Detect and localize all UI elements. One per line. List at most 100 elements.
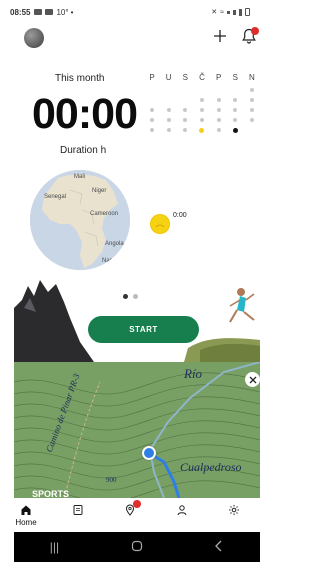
day-cell[interactable] [196, 118, 208, 122]
nav-home-label: Home [15, 518, 37, 527]
day-cell[interactable] [229, 88, 241, 92]
day-cell[interactable] [163, 118, 175, 122]
day-cell[interactable] [229, 127, 241, 133]
day-dot [167, 88, 171, 92]
day-cell[interactable] [179, 118, 191, 122]
day-dot [150, 88, 154, 92]
day-dot [249, 98, 254, 102]
day-dots [146, 88, 260, 133]
week-calendar[interactable]: P U S Č P S N [146, 73, 260, 133]
day-cell[interactable] [213, 98, 225, 102]
home-circle-icon[interactable] [131, 540, 143, 555]
duration-label: Duration h [60, 145, 107, 156]
day-dot [250, 128, 254, 132]
weekday-label: P [149, 73, 155, 82]
day-cell[interactable] [163, 128, 175, 132]
map-card[interactable]: Río Camino de Pinar PR-3 Cualpedroso 900 [14, 362, 260, 498]
start-button[interactable]: START [88, 316, 199, 343]
video-icon [45, 9, 54, 15]
day-cell[interactable] [196, 88, 208, 92]
signal-bar-1 [227, 10, 230, 14]
add-button[interactable] [210, 26, 230, 46]
weekday-label: S [232, 73, 238, 82]
day-dot [233, 98, 238, 102]
day-dot [183, 128, 188, 132]
day-cell[interactable] [246, 88, 258, 92]
day-dot [199, 118, 204, 122]
day-cell[interactable] [179, 98, 191, 102]
pager-dot[interactable] [132, 294, 138, 299]
day-dot [183, 108, 188, 112]
day-cell[interactable] [213, 108, 225, 112]
avatar[interactable] [24, 28, 44, 48]
day-dot [150, 128, 154, 132]
back-icon[interactable] [214, 540, 224, 555]
day-cell[interactable] [163, 88, 175, 92]
day-dot [166, 118, 171, 122]
day-cell[interactable] [213, 128, 225, 132]
profile-icon [177, 505, 187, 516]
day-cell[interactable] [229, 108, 241, 112]
close-map-button[interactable] [245, 372, 260, 387]
battery-icon [245, 8, 250, 16]
week-row [146, 127, 258, 133]
sports-banner: SPORTS [32, 489, 70, 499]
week-row [146, 118, 258, 122]
nav-map[interactable] [104, 498, 156, 532]
nav-profile[interactable] [156, 498, 208, 532]
day-cell[interactable] [229, 98, 241, 102]
map-label: Senegal [44, 194, 67, 200]
day-cell[interactable] [246, 108, 258, 112]
today-dot [199, 127, 205, 133]
day-cell[interactable] [196, 98, 208, 102]
day-cell[interactable] [146, 88, 158, 92]
carousel-indicator [0, 294, 260, 299]
day-cell[interactable] [146, 128, 158, 132]
day-dot [199, 98, 204, 102]
day-dot [216, 108, 221, 112]
duration-value: 00:00 [32, 90, 138, 138]
day-cell[interactable] [146, 98, 158, 102]
day-cell[interactable] [196, 127, 208, 133]
selected-day-dot [232, 127, 238, 133]
recent-apps-icon[interactable]: ||| [50, 540, 59, 554]
day-dot [249, 118, 254, 122]
day-cell[interactable] [146, 108, 158, 112]
day-cell[interactable] [163, 98, 175, 102]
weekday-label: N [249, 73, 255, 82]
day-dot [216, 128, 221, 132]
day-dot [249, 88, 254, 92]
system-navigation-bar: ||| [14, 532, 260, 562]
day-cell[interactable] [163, 108, 175, 112]
day-dot [183, 118, 188, 122]
day-cell[interactable] [246, 128, 258, 132]
sunrise-time: 0:00 [173, 212, 187, 219]
map-globe[interactable]: Mali Niger Senegal Cameroon Angola Namib [30, 170, 130, 270]
pager-dot-active[interactable] [122, 294, 128, 299]
map-place-label: Cualpedroso [180, 460, 242, 474]
day-cell[interactable] [246, 118, 258, 122]
day-dot [150, 118, 154, 122]
status-bar: 08:55 10° • ✕ ≈ [0, 0, 260, 24]
day-dot [166, 108, 171, 112]
nav-home[interactable]: Home [0, 498, 52, 532]
nav-settings[interactable] [208, 498, 260, 532]
day-cell[interactable] [246, 98, 258, 102]
day-cell[interactable] [229, 118, 241, 122]
signal-bar-2 [233, 9, 236, 15]
day-cell[interactable] [179, 108, 191, 112]
notification-badge [251, 27, 259, 35]
day-cell[interactable] [213, 118, 225, 122]
day-cell[interactable] [179, 88, 191, 92]
nav-diary[interactable] [52, 498, 104, 532]
period-label: This month [55, 73, 105, 84]
map-label: Namib [102, 258, 120, 264]
day-cell[interactable] [196, 108, 208, 112]
day-cell[interactable] [146, 118, 158, 122]
map-label: Cameroon [90, 211, 119, 217]
day-dot [167, 98, 171, 102]
day-cell[interactable] [179, 128, 191, 132]
day-cell[interactable] [213, 88, 225, 92]
weekday-header: P U S Č P S N [146, 73, 258, 82]
map-label: Angola [105, 241, 124, 247]
